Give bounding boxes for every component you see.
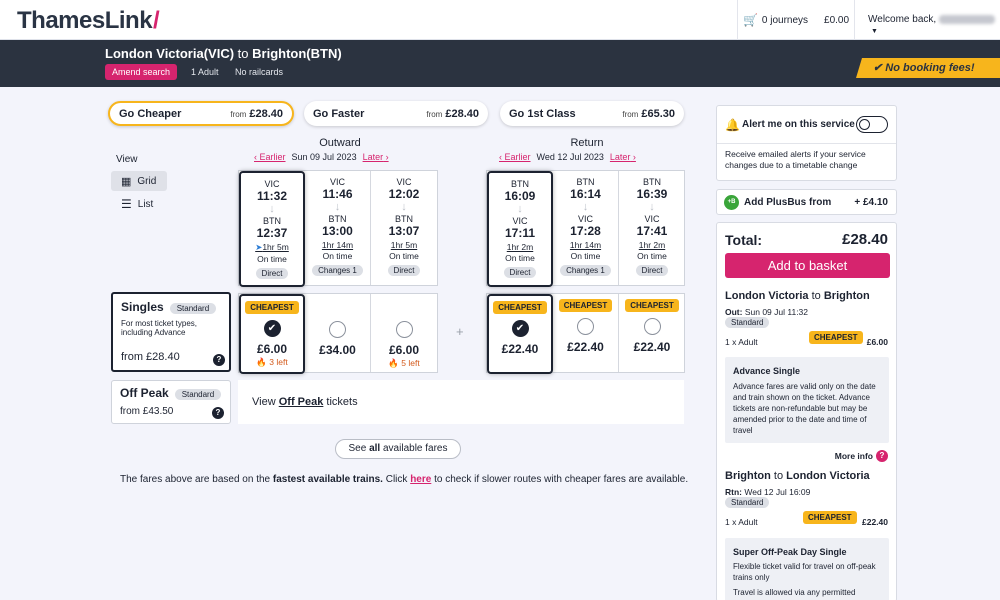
alert-toggle[interactable] xyxy=(856,116,888,133)
return-date-nav: ‹ Earlier Wed 12 Jul 2023 Later › xyxy=(499,152,636,162)
amend-search-button[interactable]: Amend search xyxy=(105,64,178,80)
arrow-down-icon: ↓ xyxy=(401,201,407,213)
off-peak-from-price: from £43.50 xyxy=(120,406,174,417)
basket-total: £0.00 xyxy=(824,14,850,26)
return-date: Wed 12 Jul 2023 xyxy=(536,152,604,162)
return-journey-grid: BTN 16:09 ↓ VIC 17:11 1hr 2m On time Direc… xyxy=(486,170,685,287)
view-list-option[interactable]: ☰ List xyxy=(111,194,167,214)
return-fare-grid: CHEAPEST ✔ £22.40 CHEAPEST £22.40 CHEAPE… xyxy=(486,293,685,374)
ticket-type-singles[interactable]: Singles Standard For most ticket types, i… xyxy=(111,292,231,372)
help-icon[interactable]: ? xyxy=(213,354,225,366)
outward-earlier-link[interactable]: ‹ Earlier xyxy=(254,152,286,162)
return-journey-2[interactable]: BTN 16:14 ↓ VIC 17:28 1hr 14m On time Chan… xyxy=(553,171,619,285)
arrow-down-icon: ↓ xyxy=(649,201,655,213)
cart-icon: 🛒 xyxy=(742,13,758,27)
summary-card: Total: £28.40 Add to basket London Victo… xyxy=(716,222,897,600)
basket-summary[interactable]: 🛒 0 journeys £0.00 xyxy=(737,0,855,40)
outward-fare-1[interactable]: CHEAPEST ✔ £6.00 🔥 3 left xyxy=(239,294,305,374)
tab-go-cheaper[interactable]: Go Cheaper from £28.40 xyxy=(108,101,294,126)
arrow-down-icon: ↓ xyxy=(517,203,523,215)
account-menu[interactable]: Welcome back,▼ xyxy=(868,14,1000,36)
logo[interactable]: ThamesLink/ xyxy=(17,7,160,35)
return-fare-1[interactable]: CHEAPEST ✔ £22.40 xyxy=(487,294,553,374)
view-grid-option[interactable]: ▦ Grid xyxy=(111,171,167,191)
bell-icon: 🔔 xyxy=(725,118,740,132)
help-icon: ? xyxy=(876,450,888,462)
chevron-down-icon: ▼ xyxy=(871,28,878,35)
outward-title: Outward xyxy=(319,137,361,149)
passenger-count: 1 Adult xyxy=(191,67,219,77)
route-title: London Victoria(VIC) to Brighton(BTN) xyxy=(105,46,342,61)
help-icon[interactable]: ? xyxy=(212,407,224,419)
fire-icon: 🔥 xyxy=(256,357,267,367)
arrow-down-icon: ↓ xyxy=(334,201,341,213)
arrow-down-icon: ↓ xyxy=(582,201,589,213)
outward-journey-2[interactable]: VIC 11:46 ↓ BTN 13:00 1hr 14m On time Chan… xyxy=(305,171,371,285)
return-title: Return xyxy=(570,137,604,149)
slower-routes-link[interactable]: here xyxy=(410,474,431,485)
railcards: No railcards xyxy=(235,67,284,77)
fares-footnote: The fares above are based on the fastest… xyxy=(120,474,689,485)
return-fare-2[interactable]: CHEAPEST £22.40 xyxy=(553,294,619,372)
outward-fare-2[interactable]: £34.00 xyxy=(305,294,371,372)
advance-single-info: Advance Single Advance fares are valid o… xyxy=(725,357,889,443)
more-info-link[interactable]: More info? xyxy=(835,450,888,462)
alert-card: 🔔 Alert me on this service Receive email… xyxy=(716,105,897,181)
tab-go-1st-class[interactable]: Go 1st Class from £65.30 xyxy=(500,101,684,126)
see-all-fares-button[interactable]: See all available fares xyxy=(335,439,461,459)
add-to-basket-button[interactable]: Add to basket xyxy=(725,253,890,278)
off-peak-single-info: Super Off-Peak Day Single Flexible ticke… xyxy=(725,538,889,600)
outward-journey-grid: VIC 11:32 ↓ BTN 12:37 ➤1hr 5m On time Dire… xyxy=(238,170,438,287)
tab-go-faster[interactable]: Go Faster from £28.40 xyxy=(304,101,488,126)
view-off-peak-link[interactable]: Off Peak xyxy=(279,396,324,408)
off-peak-row: View Off Peak tickets xyxy=(238,380,684,424)
outward-date-nav: ‹ Earlier Sun 09 Jul 2023 Later › xyxy=(254,152,389,162)
radio-button xyxy=(395,321,413,338)
return-journey-3[interactable]: BTN 16:39 ↓ VIC 17:41 1hr 2m On time Direc… xyxy=(619,171,685,285)
radio-button xyxy=(643,318,661,335)
outward-journey-1[interactable]: VIC 11:32 ↓ BTN 12:37 ➤1hr 5m On time Dire… xyxy=(239,171,305,287)
plusbus-icon: +B xyxy=(724,195,739,210)
checkmark-icon: ✔ xyxy=(263,320,281,337)
arrow-down-icon: ↓ xyxy=(269,203,275,215)
singles-from-price: from £28.40 xyxy=(121,351,180,363)
singles-description: For most ticket types, including Advance xyxy=(121,319,198,337)
outward-journey-3[interactable]: VIC 12:02 ↓ BTN 13:07 1hr 5m On time Direc… xyxy=(371,171,437,285)
basket-journeys: 0 journeys xyxy=(761,14,809,26)
return-route: Brighton to London Victoria xyxy=(725,470,870,482)
outward-date: Sun 09 Jul 2023 xyxy=(291,152,357,162)
return-journey-1[interactable]: BTN 16:09 ↓ VIC 17:11 1hr 2m On time Direc… xyxy=(487,171,553,287)
radio-button xyxy=(329,321,346,338)
list-icon: ☰ xyxy=(121,197,132,211)
outward-fare-3[interactable]: £6.00 🔥 5 left xyxy=(371,294,437,372)
outward-fare-grid: CHEAPEST ✔ £6.00 🔥 3 left £34.00 £6.00 🔥… xyxy=(238,293,438,374)
ticket-type-off-peak[interactable]: Off Peak Standard from £43.50 ? xyxy=(111,380,231,424)
plus-separator: + xyxy=(456,324,464,339)
plusbus-option[interactable]: +B Add PlusBus from + £4.10 xyxy=(716,189,897,215)
view-label: View xyxy=(116,154,138,165)
fire-icon: 🔥 xyxy=(388,358,399,368)
no-booking-fees-banner: ✔ No booking fees! xyxy=(856,58,1000,78)
total-price: £28.40 xyxy=(842,231,888,248)
return-fare-3[interactable]: CHEAPEST £22.40 xyxy=(619,294,685,372)
checkmark-icon: ✔ xyxy=(511,320,529,337)
grid-icon: ▦ xyxy=(121,175,132,188)
radio-button xyxy=(577,318,594,335)
return-later-link[interactable]: Later › xyxy=(610,152,636,162)
user-name-redacted xyxy=(939,14,996,24)
outward-later-link[interactable]: Later › xyxy=(363,152,389,162)
return-earlier-link[interactable]: ‹ Earlier xyxy=(499,152,531,162)
check-icon: ✔ xyxy=(873,62,883,74)
out-route: London Victoria to Brighton xyxy=(725,290,870,302)
